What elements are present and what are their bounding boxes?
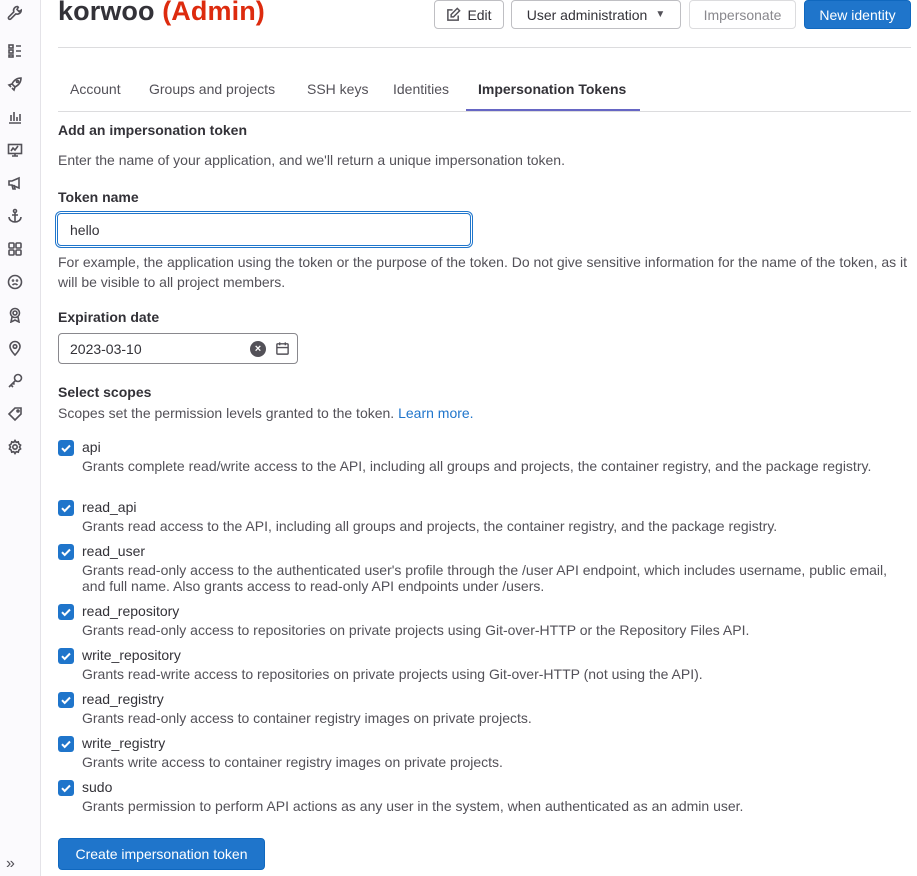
checkmark-icon (61, 444, 71, 453)
pencil-square-icon (447, 7, 462, 21)
token-name-help: For example, the application using the t… (58, 254, 908, 290)
page-title-user: korwoo (58, 0, 155, 26)
admin-sidebar: » (0, 0, 41, 876)
scope-read-user-checkbox[interactable] (58, 544, 74, 560)
learn-more-link[interactable]: Learn more. (398, 405, 473, 421)
tabs-divider (58, 111, 911, 112)
scope-description: Grants read-only access to the authentic… (82, 562, 888, 594)
messages-icon[interactable] (6, 174, 24, 192)
section-title: Add an impersonation token (58, 122, 248, 138)
calendar-icon[interactable] (275, 341, 290, 356)
token-name-input[interactable] (57, 213, 471, 246)
scope-read-repository-checkbox[interactable] (58, 604, 74, 620)
tab-ssh-keys[interactable]: SSH keys (307, 81, 368, 97)
user-administration-dropdown[interactable]: User administration ▼ (511, 0, 681, 29)
checkmark-icon (61, 608, 71, 617)
scopes-description: Scopes set the permission levels granted… (58, 405, 474, 421)
scope-description: Grants read access to the API, including… (82, 518, 778, 534)
checkmark-icon (61, 504, 71, 513)
new-identity-button[interactable]: New identity (804, 0, 911, 29)
abuse-icon[interactable] (6, 273, 24, 291)
scope-read-registry-checkbox[interactable] (58, 692, 74, 708)
checkmark-icon (61, 740, 71, 749)
checkmark-icon (61, 784, 71, 793)
scope-description: Grants read-only access to container reg… (82, 710, 532, 726)
deploy-keys-icon[interactable] (6, 306, 24, 324)
expiration-date-value: 2023-03-10 (70, 341, 142, 357)
clear-date-icon[interactable]: × (250, 341, 266, 357)
settings-icon[interactable] (6, 438, 24, 456)
scope-name: read_api (82, 499, 137, 515)
scope-description: Grants read-only access to repositories … (82, 622, 750, 638)
collapse-sidebar-icon[interactable]: » (6, 856, 15, 872)
scope-sudo-checkbox[interactable] (58, 780, 74, 796)
scopes-description-text: Scopes set the permission levels granted… (58, 405, 395, 421)
header-divider (58, 47, 911, 48)
tab-identities[interactable]: Identities (393, 81, 449, 97)
user-administration-label: User administration (526, 6, 648, 23)
analytics-icon[interactable] (6, 108, 24, 126)
checkmark-icon (61, 652, 71, 661)
scope-write-registry-checkbox[interactable] (58, 736, 74, 752)
checkmark-icon (61, 696, 71, 705)
scope-name: read_user (82, 543, 146, 559)
tab-account[interactable]: Account (70, 81, 121, 97)
applications-icon[interactable] (6, 240, 24, 258)
scope-name: read_registry (82, 691, 164, 707)
wrench-icon[interactable] (6, 4, 24, 22)
expiration-date-input[interactable]: 2023-03-10 × (58, 333, 298, 364)
scope-read-api-checkbox[interactable] (58, 500, 74, 516)
key-icon[interactable] (6, 372, 24, 390)
labels-icon[interactable] (6, 339, 24, 357)
tab-impersonation-tokens[interactable]: Impersonation Tokens (478, 81, 626, 97)
chevron-down-icon: ▼ (655, 9, 666, 20)
anchor-icon[interactable] (6, 207, 24, 225)
scope-description: Grants write access to container registr… (82, 754, 503, 770)
scope-name: write_registry (82, 735, 166, 751)
page-title: korwoo (Admin) (58, 0, 265, 27)
overview-icon[interactable] (6, 42, 24, 60)
token-name-label: Token name (58, 189, 139, 205)
scope-api-checkbox[interactable] (58, 440, 74, 456)
admin-badge: (Admin) (162, 0, 265, 26)
monitor-icon[interactable] (6, 141, 24, 159)
edit-button[interactable]: Edit (434, 0, 504, 29)
section-description: Enter the name of your application, and … (58, 152, 565, 168)
scope-name: write_repository (82, 647, 181, 663)
impersonate-button[interactable]: Impersonate (689, 0, 796, 29)
expiration-date-label: Expiration date (58, 309, 160, 325)
scope-name: sudo (82, 779, 113, 795)
scope-description: Grants permission to perform API actions… (82, 798, 744, 814)
checkmark-icon (61, 548, 71, 557)
select-scopes-label: Select scopes (58, 384, 152, 400)
edit-button-label: Edit (467, 6, 492, 23)
scope-name: read_repository (82, 603, 180, 619)
create-impersonation-token-button[interactable]: Create impersonation token (58, 838, 265, 870)
scope-description: Grants read-write access to repositories… (82, 666, 703, 682)
tag-icon[interactable] (6, 405, 24, 423)
tab-groups-and-projects[interactable]: Groups and projects (149, 81, 275, 97)
scope-description: Grants complete read/write access to the… (82, 458, 872, 474)
scope-write-repository-checkbox[interactable] (58, 648, 74, 664)
rocket-icon[interactable] (6, 75, 24, 93)
scope-name: api (82, 439, 101, 455)
